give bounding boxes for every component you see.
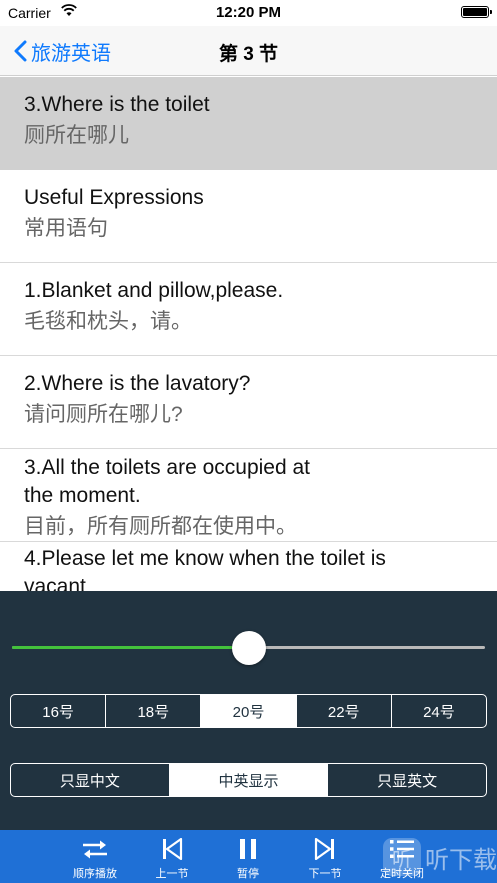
progress-slider[interactable] — [12, 631, 485, 665]
display-mode-selector[interactable]: 只显中文 中英显示 只显英文 — [10, 763, 487, 797]
font-size-24-option[interactable]: 24号 — [390, 695, 486, 727]
watermark: 听 听下载 — [383, 838, 497, 876]
list-item[interactable]: 3.Where is the toilet 厕所在哪儿 — [0, 77, 497, 170]
list-item[interactable]: Useful Expressions 常用语句 — [0, 170, 497, 263]
list-item-chinese: 目前，所有厕所都在使用中。 — [24, 515, 297, 538]
order-play-label: 顺序播放 — [73, 868, 117, 880]
slider-fill — [12, 646, 249, 649]
list-item-chinese: 请问厕所在哪儿? — [24, 403, 183, 426]
status-bar: Carrier 12:20 PM — [0, 0, 497, 26]
watermark-text: 听下载 — [425, 846, 497, 874]
list-item-english: 3.Where is the toilet — [24, 93, 210, 116]
previous-button[interactable]: 上一节 — [140, 830, 204, 883]
previous-label: 上一节 — [155, 868, 189, 880]
english-only-option[interactable]: 只显英文 — [327, 764, 486, 796]
list-item-english: Useful Expressions — [24, 186, 204, 209]
list-item-english: 3.All the toilets are occupied at the mo… — [24, 456, 311, 507]
list-item-english: 1.Blanket and pillow,please. — [24, 279, 284, 302]
list-item-chinese: 常用语句 — [24, 217, 108, 240]
list-item[interactable]: 1.Blanket and pillow,please. 毛毯和枕头，请。 — [0, 263, 497, 356]
watermark-logo: 听 — [383, 838, 421, 876]
list-item-chinese: 毛毯和枕头，请。 — [24, 310, 192, 333]
font-size-18-option[interactable]: 18号 — [105, 695, 200, 727]
font-size-16-option[interactable]: 16号 — [11, 695, 105, 727]
list-item[interactable]: 4.Please let me know when the toilet is … — [0, 542, 497, 591]
list-item[interactable]: 3.All the toilets are occupied at the mo… — [0, 449, 497, 542]
font-size-selector[interactable]: 16号 18号 20号 22号 24号 — [10, 694, 487, 728]
bilingual-option[interactable]: 中英显示 — [168, 764, 328, 796]
next-label: 下一节 — [308, 868, 342, 880]
slider-thumb[interactable] — [231, 631, 266, 665]
pause-button[interactable]: 暂停 — [216, 830, 280, 883]
skip-previous-icon — [163, 838, 183, 860]
list-item-chinese: 厕所在哪儿 — [24, 124, 129, 147]
list-item[interactable]: 2.Where is the lavatory? 请问厕所在哪儿? — [0, 356, 497, 449]
player-panel: 16号 18号 20号 22号 24号 只显中文 中英显示 只显英文 — [0, 591, 497, 830]
font-size-20-option[interactable]: 20号 — [200, 695, 296, 727]
list-item-english: 2.Where is the lavatory? — [24, 372, 251, 395]
chinese-only-option[interactable]: 只显中文 — [11, 764, 169, 796]
order-play-button[interactable]: 顺序播放 — [63, 830, 127, 883]
page-title: 第 3 节 — [218, 44, 279, 65]
navigation-bar: 旅游英语 第 3 节 — [0, 26, 497, 76]
lesson-list[interactable]: 3.Where is the toilet 厕所在哪儿 Useful Expre… — [0, 77, 497, 591]
pause-icon — [240, 839, 256, 859]
font-size-22-option[interactable]: 22号 — [295, 695, 391, 727]
clock: 12:20 PM — [215, 4, 282, 21]
shuffle-order-icon — [83, 840, 107, 859]
list-item-english: 4.Please let me know when the toilet is … — [24, 547, 386, 591]
pause-label: 暂停 — [237, 868, 259, 880]
next-button[interactable]: 下一节 — [293, 830, 357, 883]
battery-icon — [461, 6, 492, 18]
skip-next-icon — [314, 838, 334, 860]
